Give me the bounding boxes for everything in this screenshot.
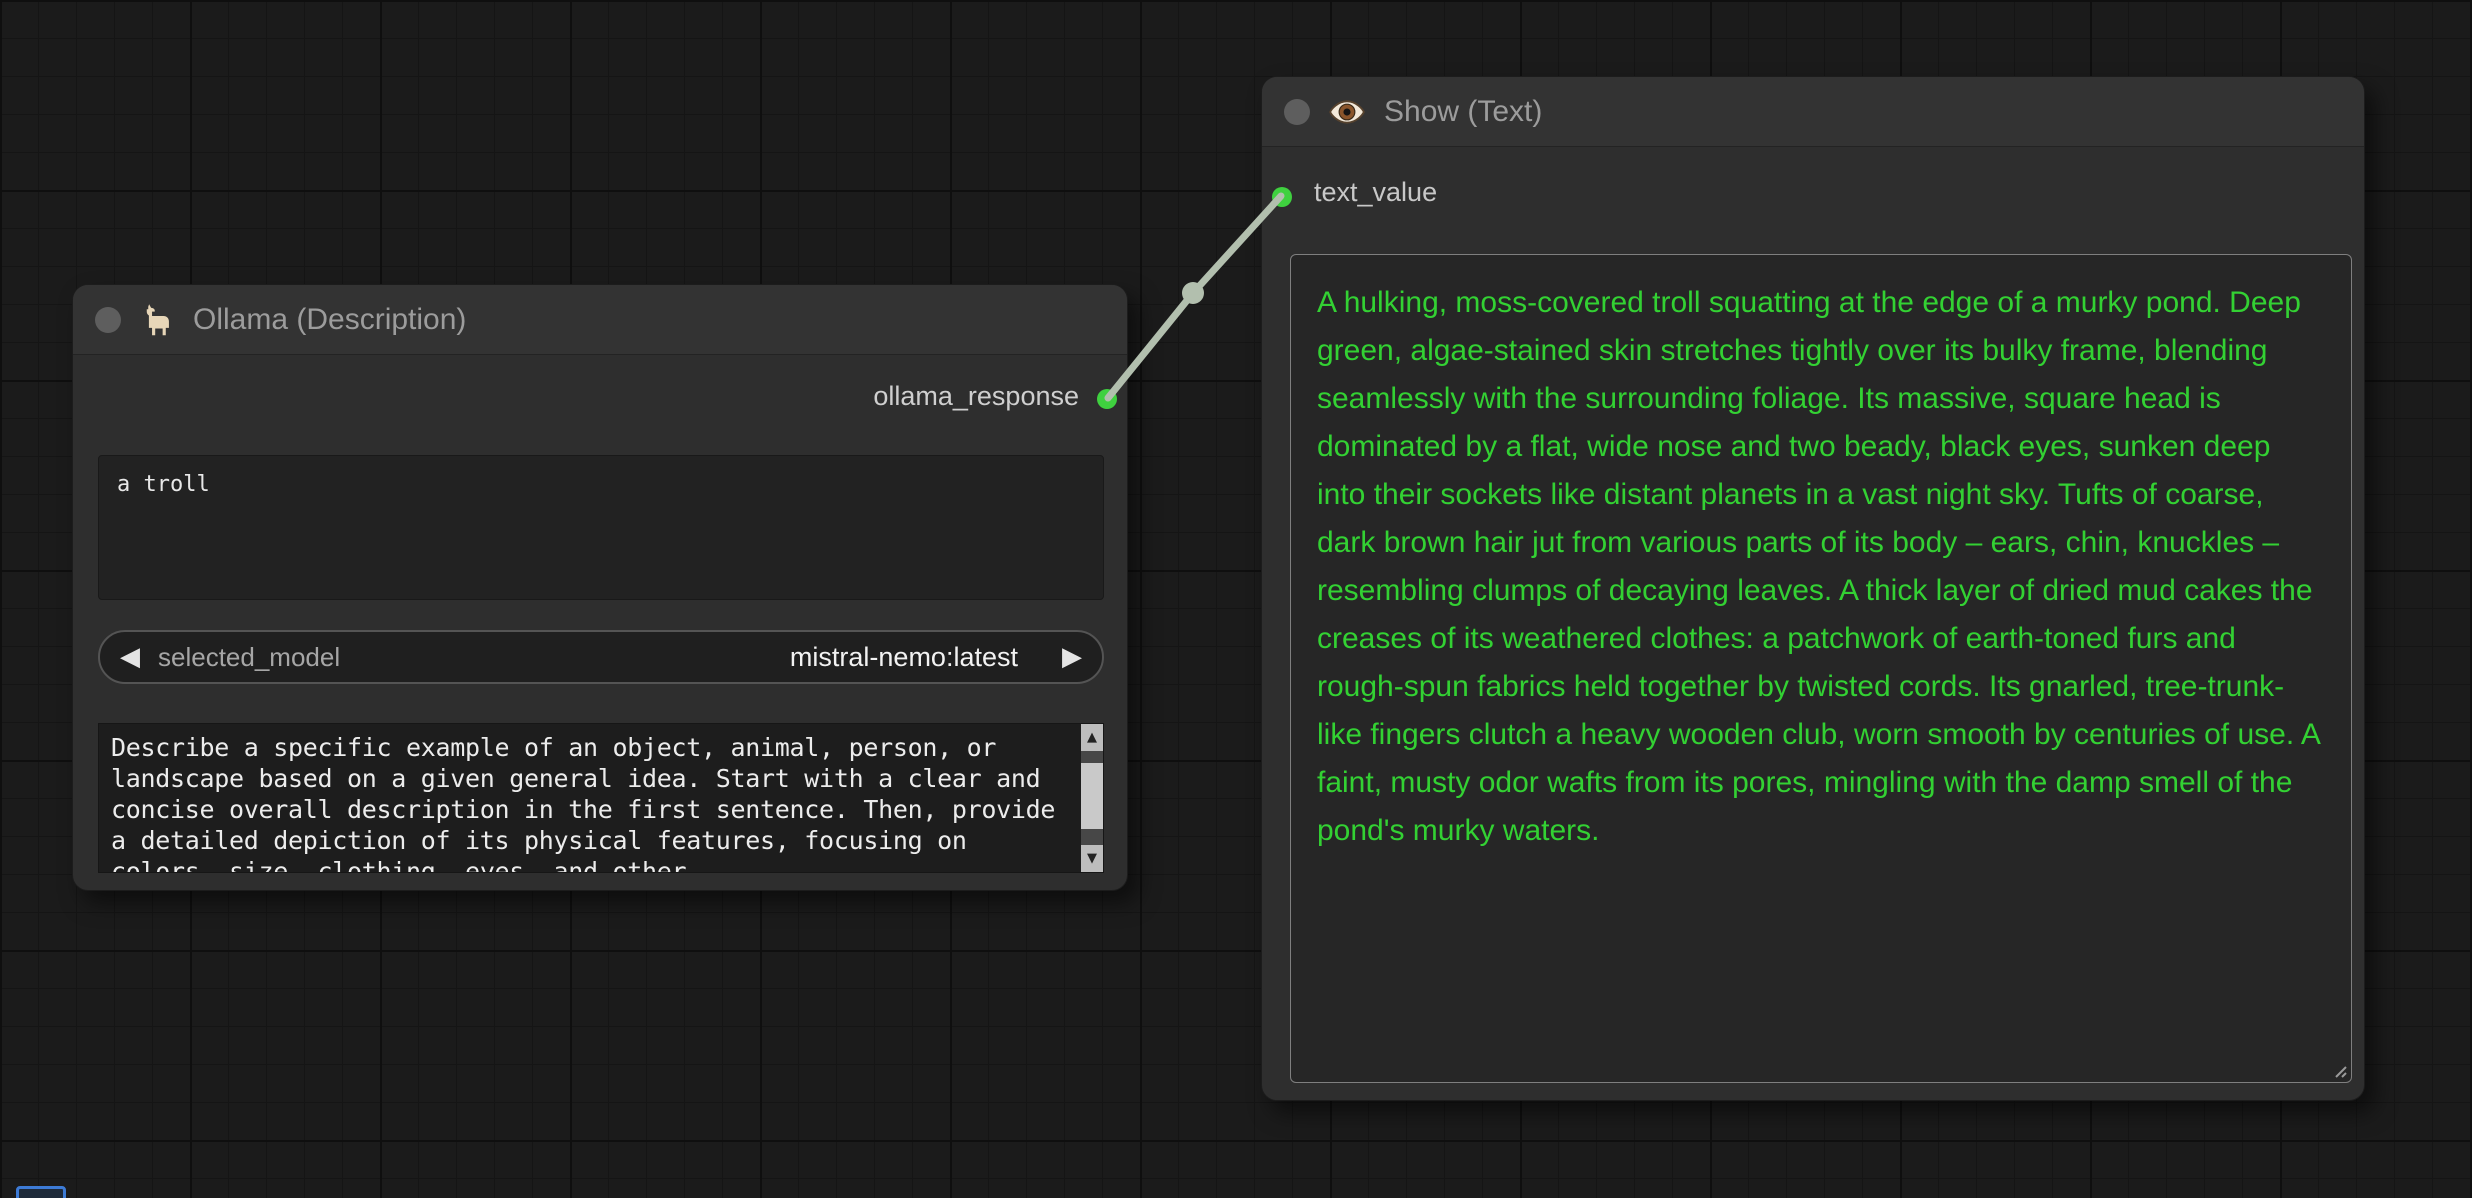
collapse-toggle-icon[interactable] bbox=[1284, 98, 1310, 125]
scroll-down-icon[interactable]: ▼ bbox=[1081, 845, 1103, 872]
offscreen-node-fragment[interactable] bbox=[16, 1186, 66, 1198]
show-text-value: A hulking, moss-covered troll squatting … bbox=[1317, 286, 2320, 847]
output-slot-label: ollama_response bbox=[873, 381, 1079, 411]
prompt-text-input[interactable]: a troll bbox=[98, 455, 1104, 600]
scroll-thumb[interactable] bbox=[1081, 763, 1103, 829]
collapse-toggle-icon[interactable] bbox=[95, 306, 121, 333]
next-model-arrow-icon[interactable]: ▶ bbox=[1062, 644, 1082, 670]
input-slot-dot[interactable] bbox=[1272, 187, 1292, 207]
model-selector-label: selected_model bbox=[158, 641, 341, 672]
link-midpoint-dot[interactable] bbox=[1182, 282, 1204, 304]
resize-grip-icon[interactable] bbox=[2326, 1057, 2348, 1079]
node-canvas[interactable]: Ollama (Description) ollama_response a t… bbox=[0, 0, 2472, 1198]
show-node-titlebar[interactable]: Show (Text) bbox=[1262, 77, 2364, 147]
scrollbar[interactable]: ▲ ▼ bbox=[1081, 724, 1103, 872]
prompt-text-value: a troll bbox=[117, 472, 210, 497]
ollama-node-titlebar[interactable]: Ollama (Description) bbox=[73, 285, 1127, 355]
ollama-description-node[interactable]: Ollama (Description) ollama_response a t… bbox=[72, 284, 1128, 891]
prev-model-arrow-icon[interactable]: ◀ bbox=[120, 644, 140, 670]
system-prompt-text: Describe a specific example of an object… bbox=[111, 733, 1056, 872]
node-title: Ollama (Description) bbox=[193, 302, 467, 336]
eye-icon bbox=[1328, 93, 1366, 131]
show-text-node[interactable]: Show (Text) text_value A hulking, moss-c… bbox=[1261, 76, 2365, 1101]
scroll-up-icon[interactable]: ▲ bbox=[1081, 724, 1103, 751]
model-selector-value: mistral-nemo:latest bbox=[789, 641, 1018, 672]
input-slot-label: text_value bbox=[1314, 177, 1438, 207]
show-text-area[interactable]: A hulking, moss-covered troll squatting … bbox=[1290, 254, 2352, 1083]
llama-icon bbox=[139, 302, 175, 338]
node-title: Show (Text) bbox=[1384, 94, 1543, 128]
link-ollama-response-to-text-value[interactable] bbox=[1104, 192, 1285, 402]
system-prompt-textarea[interactable]: Describe a specific example of an object… bbox=[98, 723, 1104, 873]
output-slot-dot[interactable] bbox=[1097, 389, 1117, 409]
model-selector-widget[interactable]: ◀ selected_model mistral-nemo:latest ▶ bbox=[98, 630, 1104, 684]
